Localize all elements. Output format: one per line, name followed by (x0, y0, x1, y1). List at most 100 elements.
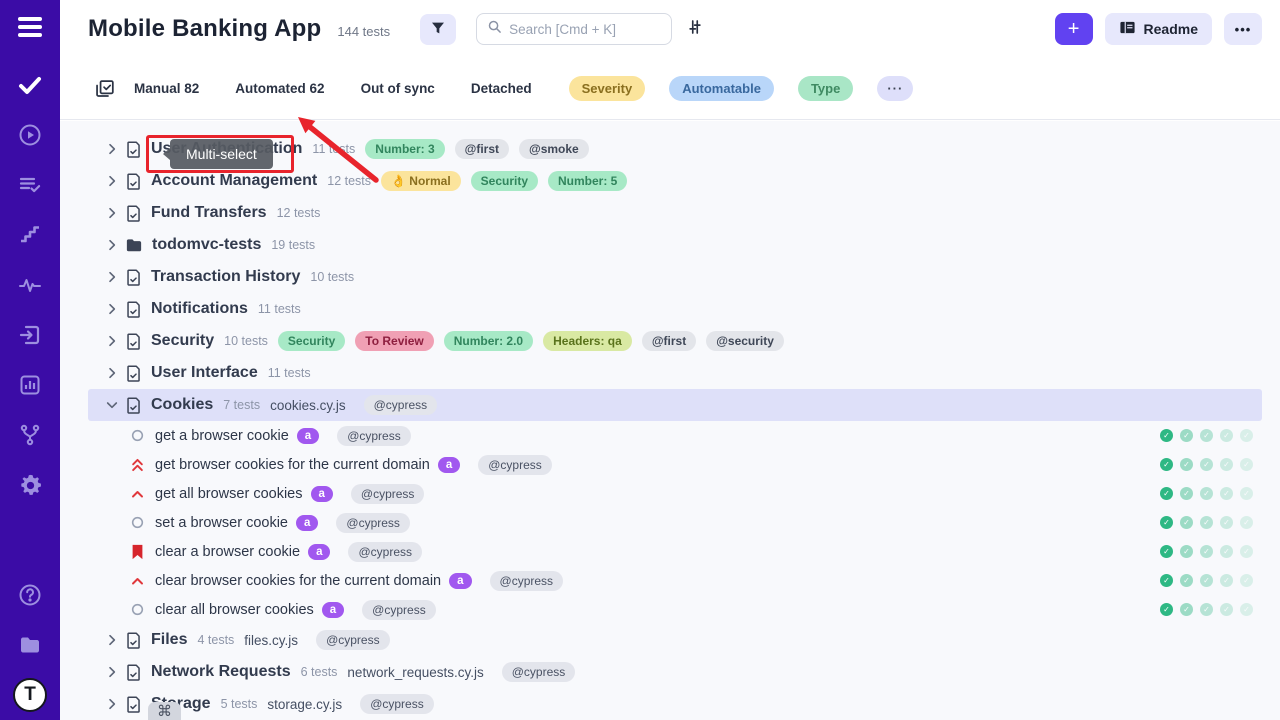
run-status-dot[interactable]: ✓ (1240, 603, 1253, 616)
sidebar-item-analytics[interactable] (0, 360, 60, 410)
sidebar-menu-button[interactable] (0, 0, 60, 54)
sidebar-item-tests[interactable] (0, 60, 60, 110)
chevron-down-icon[interactable] (104, 397, 120, 413)
filter-button[interactable] (420, 14, 456, 45)
run-status-dot[interactable]: ✓ (1240, 545, 1253, 558)
chevron-right-icon[interactable] (104, 205, 120, 221)
filter-pill-automatable[interactable]: Automatable (669, 76, 774, 101)
run-status-dot[interactable]: ✓ (1220, 429, 1233, 442)
test-row[interactable]: get a browser cookiea@cypress✓✓✓✓✓ (88, 421, 1262, 450)
chevron-right-icon[interactable] (104, 269, 120, 285)
run-status-dot[interactable]: ✓ (1160, 429, 1173, 442)
run-status-dot[interactable]: ✓ (1240, 429, 1253, 442)
more-options-button[interactable]: ••• (1224, 13, 1262, 45)
chevron-right-icon[interactable] (104, 141, 120, 157)
adjustments-icon[interactable] (686, 18, 704, 41)
toolbar: Manual 82 Automated 62 Out of sync Detac… (60, 58, 1280, 120)
run-status-dot[interactable]: ✓ (1200, 545, 1213, 558)
run-status-dot[interactable]: ✓ (1200, 516, 1213, 529)
suite-row[interactable]: Storage5 testsstorage.cy.js@cypress (88, 688, 1262, 720)
suite-row[interactable]: Account Management12 tests👌 NormalSecuri… (88, 165, 1262, 197)
suite-row[interactable]: Notifications11 tests (88, 293, 1262, 325)
sidebar-item-settings[interactable] (0, 460, 60, 510)
add-button[interactable]: + (1055, 13, 1093, 45)
run-status-dot[interactable]: ✓ (1240, 516, 1253, 529)
run-status-dot[interactable]: ✓ (1180, 603, 1193, 616)
run-status-dot[interactable]: ✓ (1180, 458, 1193, 471)
chevron-right-icon[interactable] (104, 173, 120, 189)
run-status-dot[interactable]: ✓ (1160, 574, 1173, 587)
run-status-dot[interactable]: ✓ (1180, 487, 1193, 500)
filter-pill-[interactable]: ··· (877, 76, 913, 101)
suite-row[interactable]: Files4 testsfiles.cy.js@cypress (88, 624, 1262, 656)
run-status-dot[interactable]: ✓ (1180, 574, 1193, 587)
multi-select-button[interactable] (94, 78, 115, 99)
test-row[interactable]: get browser cookies for the current doma… (88, 450, 1262, 479)
tab-detached[interactable]: Detached (471, 81, 532, 96)
run-status-dot[interactable]: ✓ (1160, 516, 1173, 529)
run-status-dot[interactable]: ✓ (1160, 603, 1173, 616)
run-status-dot[interactable]: ✓ (1180, 429, 1193, 442)
run-status-dot[interactable]: ✓ (1160, 545, 1173, 558)
run-status-dot[interactable]: ✓ (1220, 487, 1233, 500)
run-status-dot[interactable]: ✓ (1200, 429, 1213, 442)
chevron-right-icon[interactable] (104, 365, 120, 381)
chevron-right-icon[interactable] (104, 696, 120, 712)
suite-row[interactable]: Fund Transfers12 tests (88, 197, 1262, 229)
search-input[interactable] (509, 22, 649, 37)
sidebar-item-branches[interactable] (0, 410, 60, 460)
sidebar-user-avatar[interactable]: T (0, 670, 60, 720)
run-status-dot[interactable]: ✓ (1160, 487, 1173, 500)
run-status-dot[interactable]: ✓ (1220, 458, 1233, 471)
test-row[interactable]: clear browser cookies for the current do… (88, 566, 1262, 595)
run-status-dot[interactable]: ✓ (1240, 458, 1253, 471)
readme-button[interactable]: Readme (1105, 13, 1212, 45)
run-status-dot[interactable]: ✓ (1160, 458, 1173, 471)
run-status-dot[interactable]: ✓ (1200, 458, 1213, 471)
sidebar-item-milestones[interactable] (0, 210, 60, 260)
suite-row[interactable]: Transaction History10 tests (88, 261, 1262, 293)
run-status-dot[interactable]: ✓ (1200, 487, 1213, 500)
run-status-dot[interactable]: ✓ (1220, 574, 1233, 587)
tag-badge: @cypress (502, 662, 576, 682)
test-row[interactable]: set a browser cookiea@cypress✓✓✓✓✓ (88, 508, 1262, 537)
run-status-dot[interactable]: ✓ (1180, 516, 1193, 529)
run-status-dot[interactable]: ✓ (1200, 574, 1213, 587)
priority-circle-icon (128, 516, 146, 529)
sidebar-item-plans[interactable] (0, 160, 60, 210)
suite-row[interactable]: Cookies7 testscookies.cy.js@cypress (88, 389, 1262, 421)
filter-pill-severity[interactable]: Severity (569, 76, 646, 101)
run-status-dot[interactable]: ✓ (1220, 545, 1233, 558)
run-status-dot[interactable]: ✓ (1180, 545, 1193, 558)
tab-out-of-sync[interactable]: Out of sync (361, 81, 435, 96)
suite-row[interactable]: todomvc-tests19 tests (88, 229, 1262, 261)
chevron-right-icon[interactable] (104, 301, 120, 317)
tab-manual[interactable]: Manual 82 (134, 81, 199, 96)
run-status-dot[interactable]: ✓ (1240, 574, 1253, 587)
chevron-right-icon[interactable] (104, 237, 120, 253)
filter-pill-type[interactable]: Type (798, 76, 853, 101)
run-status-dot[interactable]: ✓ (1220, 603, 1233, 616)
test-row[interactable]: clear a browser cookiea@cypress✓✓✓✓✓ (88, 537, 1262, 566)
suite-row[interactable]: User Interface11 tests (88, 357, 1262, 389)
sidebar-item-import[interactable] (0, 310, 60, 360)
sidebar-item-activity[interactable] (0, 260, 60, 310)
sidebar-item-projects[interactable] (0, 620, 60, 670)
chevron-right-icon[interactable] (104, 664, 120, 680)
sidebar-item-help[interactable] (0, 570, 60, 620)
test-row[interactable]: clear all browser cookiesa@cypress✓✓✓✓✓ (88, 595, 1262, 624)
chevron-right-icon[interactable] (104, 333, 120, 349)
tab-automated[interactable]: Automated 62 (235, 81, 324, 96)
run-status-dot[interactable]: ✓ (1240, 487, 1253, 500)
keyboard-shortcut-button[interactable]: ⌘ (148, 702, 181, 720)
sidebar-item-runs[interactable] (0, 110, 60, 160)
run-status-dot[interactable]: ✓ (1200, 603, 1213, 616)
run-results: ✓ ✓ ✓ ✓ ✓ (1160, 574, 1262, 587)
branch-icon (18, 423, 42, 447)
suite-row[interactable]: Network Requests6 testsnetwork_requests.… (88, 656, 1262, 688)
chevron-right-icon[interactable] (104, 632, 120, 648)
run-status-dot[interactable]: ✓ (1220, 516, 1233, 529)
search-box[interactable] (476, 13, 672, 45)
suite-row[interactable]: Security10 testsSecurityTo ReviewNumber:… (88, 325, 1262, 357)
test-row[interactable]: get all browser cookiesa@cypress✓✓✓✓✓ (88, 479, 1262, 508)
